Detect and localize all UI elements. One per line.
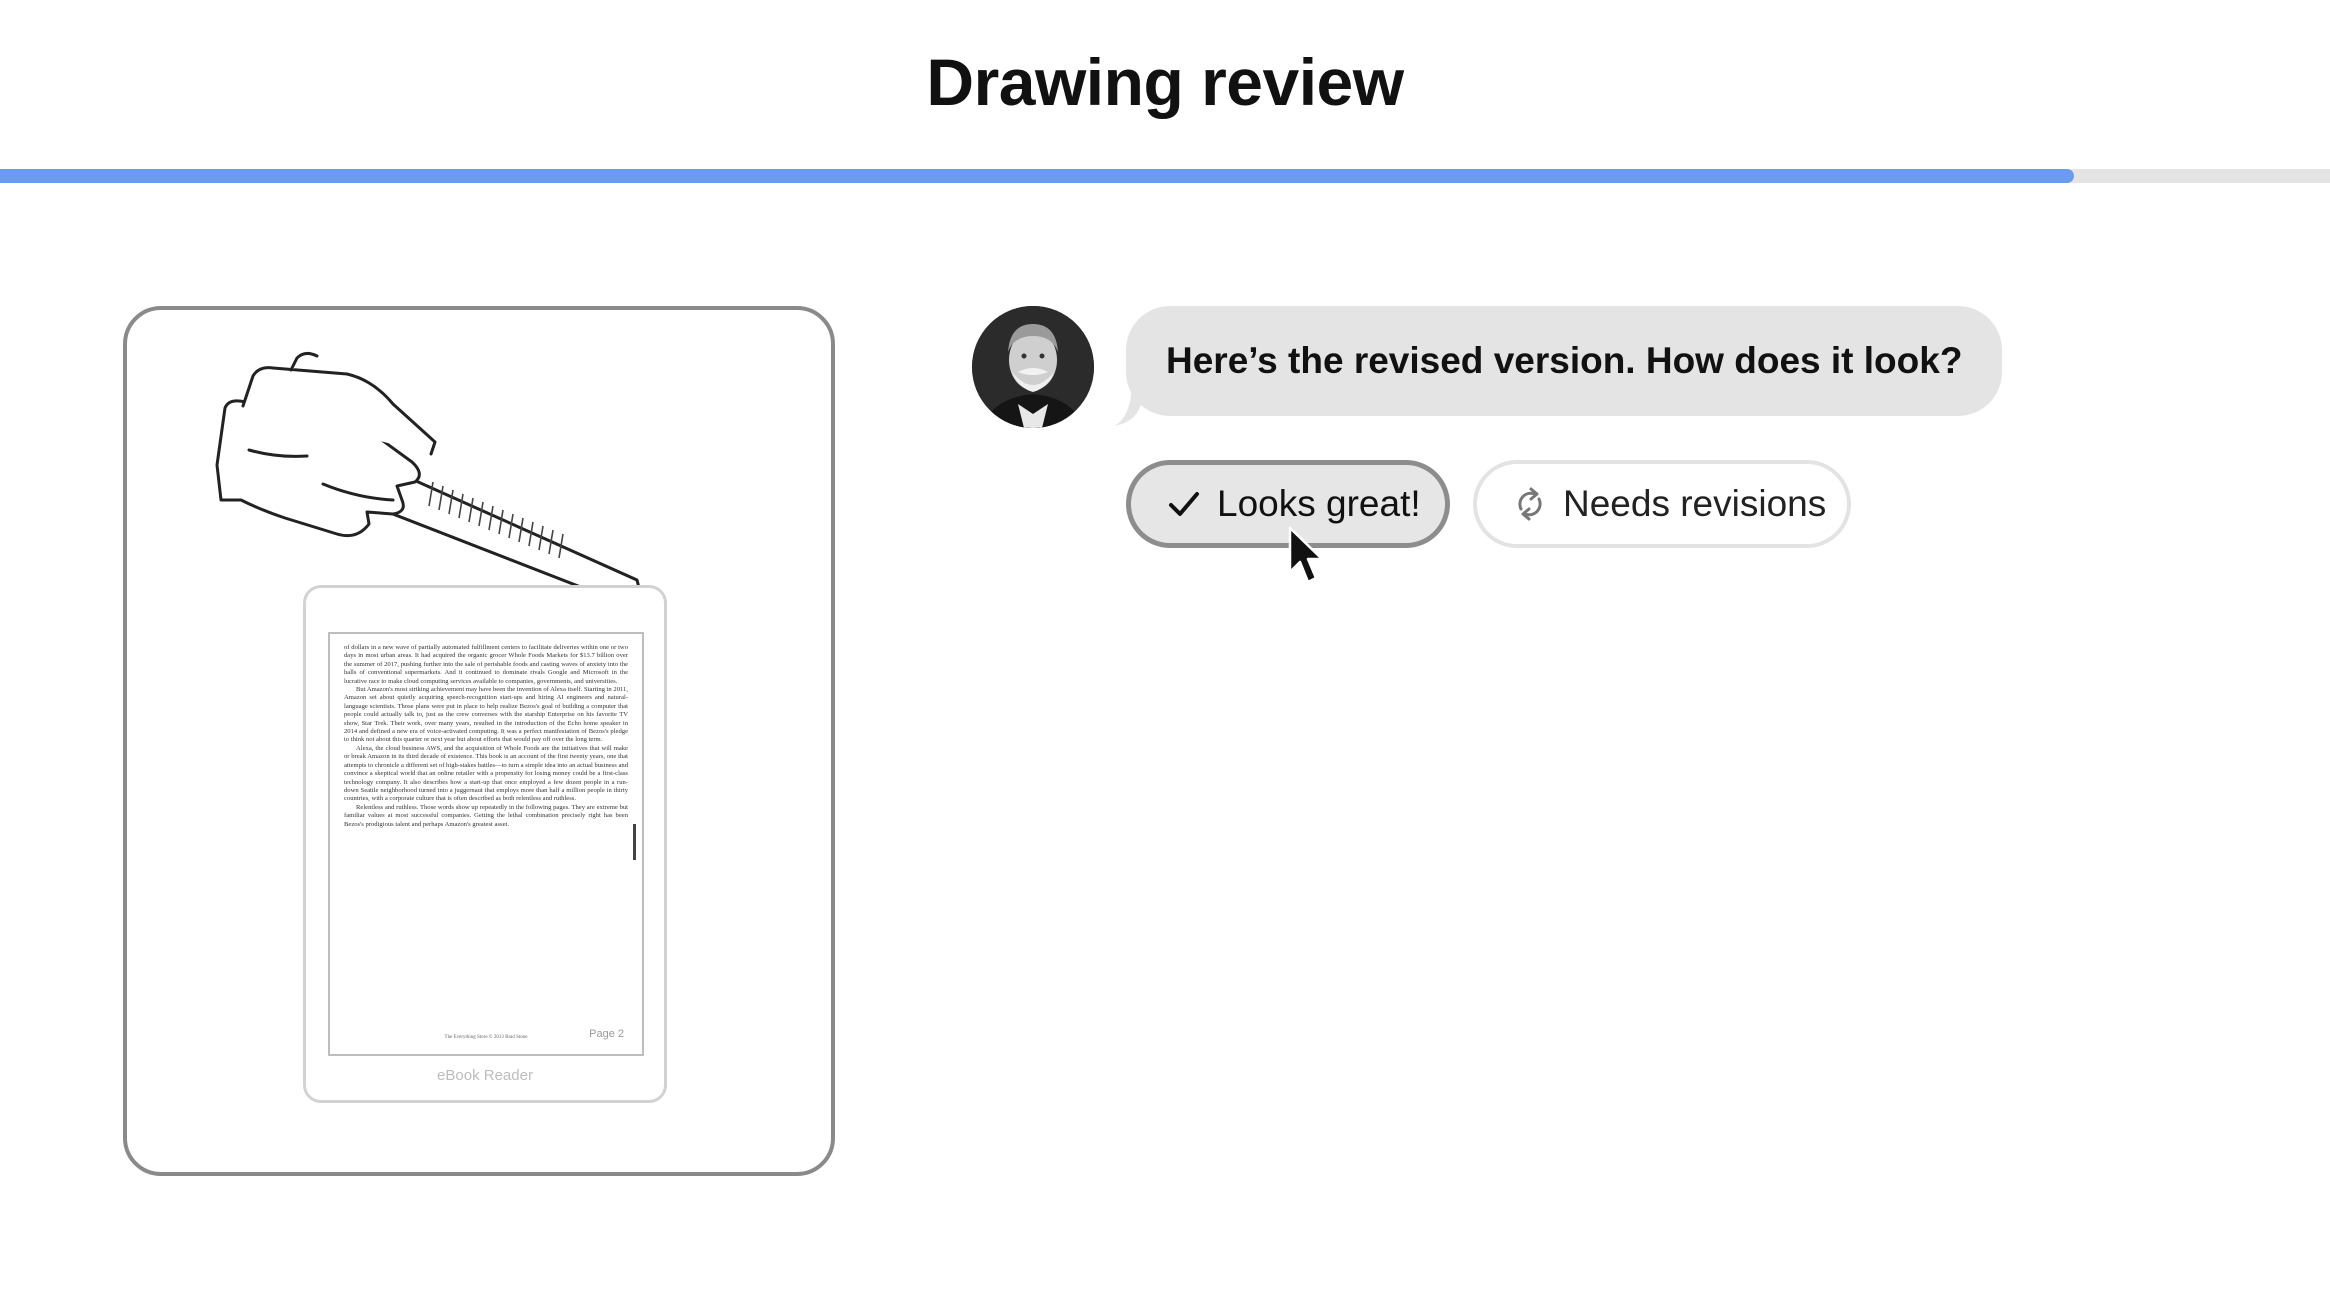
- ereader-screen: of dollars in a new wave of partially au…: [328, 632, 644, 1056]
- chat-message-text: Here’s the revised version. How does it …: [1166, 340, 1963, 381]
- looks-great-label: Looks great!: [1217, 483, 1421, 524]
- needs-revisions-button[interactable]: Needs revisions: [1473, 460, 1851, 548]
- needs-revisions-label: Needs revisions: [1563, 483, 1827, 524]
- check-icon: [1167, 487, 1201, 521]
- progress-fill: [0, 169, 2074, 183]
- ereader-brand-label: eBook Reader: [437, 1067, 533, 1084]
- progress-bar: [0, 169, 2330, 183]
- chat-message-bubble: Here’s the revised version. How does it …: [1126, 306, 2003, 416]
- ereader-paragraph: Alexa, the cloud business AWS, and the a…: [344, 744, 628, 803]
- ereader-device: of dollars in a new wave of partially au…: [303, 585, 667, 1103]
- refresh-icon: [1513, 485, 1547, 523]
- mouse-cursor-icon: [1288, 526, 1324, 584]
- ereader-paragraph: But Amazon's most striking achievement m…: [344, 686, 628, 744]
- ereader-page-number: Page 2: [589, 1028, 624, 1040]
- ereader-paragraph: Relentless and ruthless. Those words sho…: [344, 803, 628, 828]
- hand-holding-ereader-illustration: [215, 351, 644, 607]
- ereader-paragraph: of dollars in a new wave of partially au…: [344, 644, 628, 685]
- avatar-portrait: [972, 306, 1094, 428]
- page-title: Drawing review: [926, 45, 1404, 119]
- drawing-preview: of dollars in a new wave of partially au…: [123, 306, 835, 1176]
- avatar: [972, 306, 1094, 428]
- ereader-scroll-indicator: [633, 824, 636, 860]
